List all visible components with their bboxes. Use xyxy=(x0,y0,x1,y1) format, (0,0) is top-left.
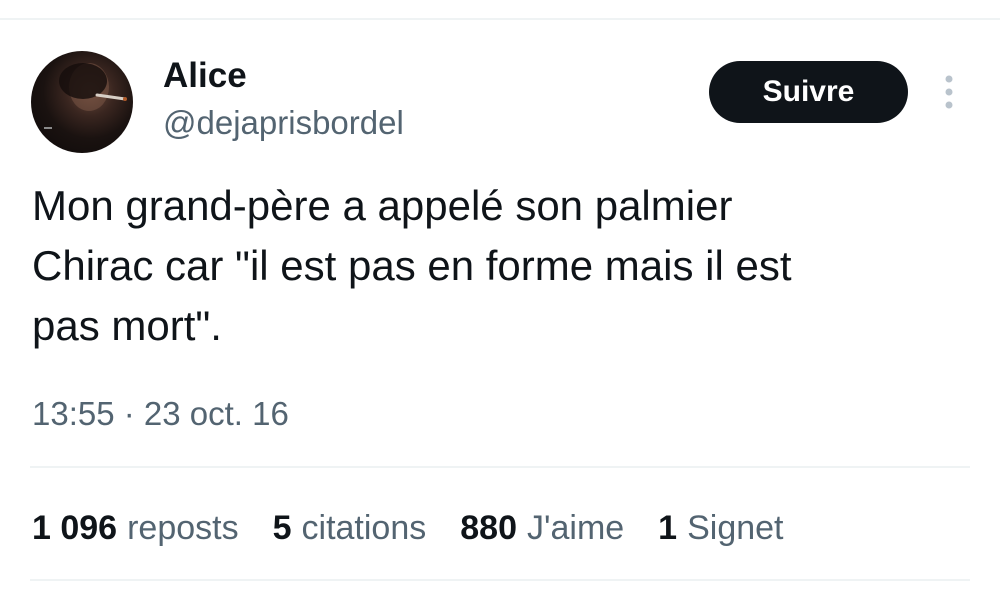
avatar[interactable] xyxy=(31,51,133,153)
avatar-photo xyxy=(44,63,127,129)
stat-count: 5 xyxy=(272,509,292,547)
stat-citations[interactable]: 5 citations xyxy=(273,506,427,550)
stat-reposts[interactable]: 1 096 reposts xyxy=(32,506,239,550)
stat-label: Signet xyxy=(687,509,784,547)
top-divider xyxy=(0,18,1000,20)
tweet-timestamp[interactable]: 13:55 · 23 oct. 16 xyxy=(32,392,289,436)
follow-button[interactable]: Suivre xyxy=(709,61,908,123)
engagement-stats: 1 096 reposts 5 citations 880 J'aime 1 S… xyxy=(32,506,818,550)
tweet-text: Mon grand-père a appelé son palmier Chir… xyxy=(32,182,792,349)
stats-bottom-divider xyxy=(30,579,970,581)
stat-label: J'aime xyxy=(526,509,625,547)
stat-likes[interactable]: 880 J'aime xyxy=(460,506,624,550)
stat-bookmarks[interactable]: 1 Signet xyxy=(658,506,783,550)
author-handle[interactable]: @dejaprisbordel xyxy=(163,103,404,143)
author-name[interactable]: Alice xyxy=(163,56,247,96)
more-vertical-icon[interactable] xyxy=(936,74,962,110)
stat-count: 1 xyxy=(658,509,678,547)
stat-count: 1 096 xyxy=(32,509,118,547)
stats-top-divider xyxy=(30,466,970,468)
stat-label: citations xyxy=(301,509,427,547)
stat-label: reposts xyxy=(127,509,239,547)
stat-count: 880 xyxy=(460,509,517,547)
